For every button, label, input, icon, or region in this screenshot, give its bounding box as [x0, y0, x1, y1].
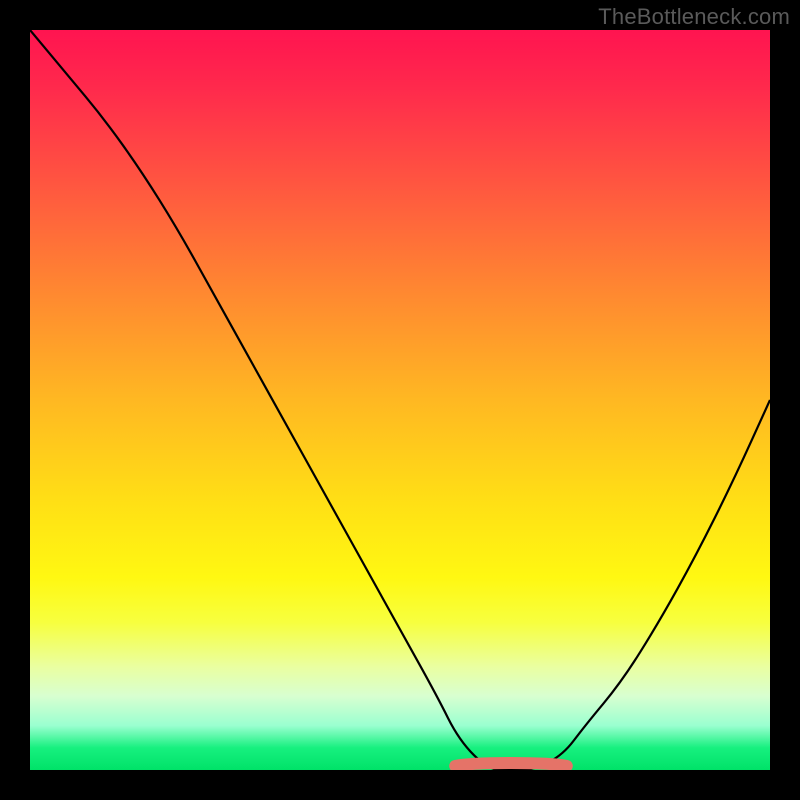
- plot-area: [30, 30, 770, 770]
- watermark-text: TheBottleneck.com: [598, 4, 790, 30]
- trough-path: [455, 763, 567, 766]
- chart-frame: TheBottleneck.com: [0, 0, 800, 800]
- trough-marker: [30, 30, 770, 770]
